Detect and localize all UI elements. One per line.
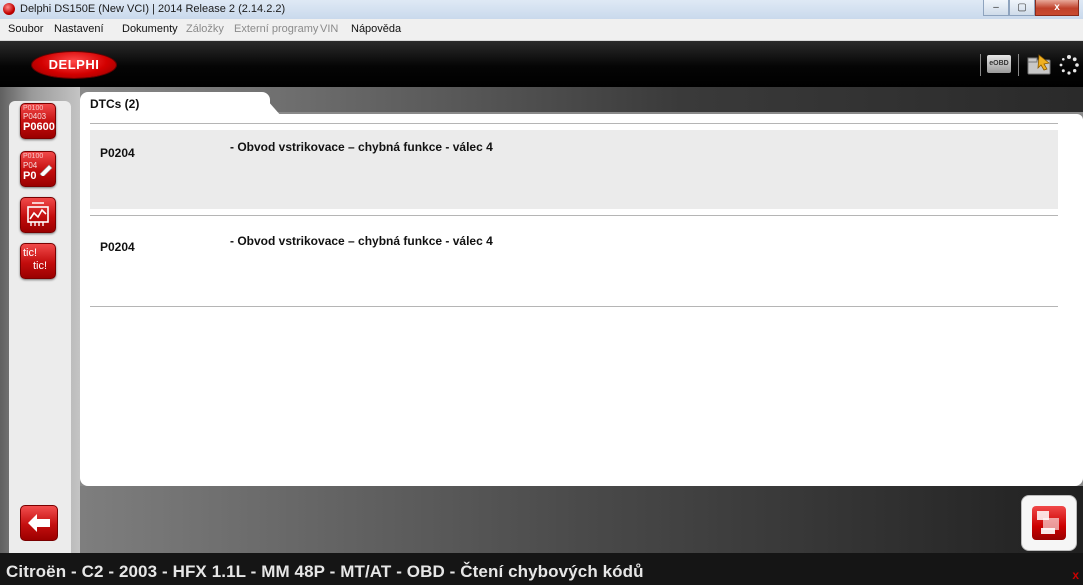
- engine-gauge-icon: [27, 202, 49, 226]
- report-button[interactable]: [1021, 495, 1077, 551]
- tool-line: P0600: [23, 121, 55, 133]
- app-header: DELPHI eOBD: [0, 41, 1083, 87]
- menu-soubor[interactable]: Soubor: [8, 23, 43, 35]
- main-area: DTCs (2) P0204 - Obvod vstrikovace – chy…: [80, 87, 1083, 553]
- divider: [90, 306, 1058, 307]
- erase-dtc-tool[interactable]: P0100 P04 P0: [20, 151, 56, 187]
- dtc-code: P0204: [100, 146, 135, 160]
- dtc-row[interactable]: P0204 - Obvod vstrikovace – chybná funkc…: [90, 130, 1058, 209]
- dtc-description: - Obvod vstrikovace – chybná funkce - vá…: [230, 234, 493, 248]
- menu-bar: Soubor Nastavení Dokumenty Záložky Exter…: [0, 19, 1083, 41]
- status-bar: Citroën - C2 - 2003 - HFX 1.1L - MM 48P …: [0, 553, 1083, 585]
- print-report-icon: [1032, 506, 1066, 540]
- tool-line: P04: [23, 161, 38, 170]
- divider: [90, 123, 1058, 124]
- tab-label: DTCs (2): [90, 97, 140, 111]
- menu-externi-programy[interactable]: Externí programy: [234, 23, 318, 35]
- menu-nastaveni[interactable]: Nastavení: [54, 23, 104, 35]
- spinner-icon: [1059, 55, 1079, 75]
- bottom-band: [80, 486, 1083, 553]
- minimize-button[interactable]: –: [983, 0, 1009, 16]
- header-divider: [980, 54, 981, 76]
- divider: [90, 215, 1058, 216]
- report-icon: [1037, 511, 1059, 534]
- folder-icon[interactable]: [1027, 53, 1053, 75]
- delphi-logo: DELPHI: [32, 52, 116, 78]
- tool-line: P0403: [23, 112, 47, 121]
- actuator-test-tool[interactable]: tic! tic!: [20, 243, 56, 279]
- tool-line: tic!: [23, 247, 38, 259]
- tool-line: P0: [23, 170, 37, 182]
- read-dtc-tool[interactable]: P0100 P0403 P0600: [20, 103, 56, 139]
- eobd-icon[interactable]: eOBD: [987, 55, 1011, 73]
- eraser-icon: [39, 164, 53, 176]
- window-controls: – ▢ x: [983, 0, 1079, 17]
- header-divider: [1018, 54, 1019, 76]
- tool-line: tic!: [33, 260, 48, 272]
- vehicle-status: Citroën - C2 - 2003 - HFX 1.1L - MM 48P …: [6, 562, 644, 581]
- arrow-left-icon: [28, 514, 50, 532]
- menu-vin[interactable]: VIN: [320, 23, 338, 35]
- window-title: Delphi DS150E (New VCI) | 2014 Release 2…: [20, 3, 286, 15]
- tool-line: P0100: [23, 105, 44, 112]
- menu-zalozky[interactable]: Záložky: [186, 23, 224, 35]
- dtc-description: - Obvod vstrikovace – chybná funkce - vá…: [230, 140, 493, 154]
- menu-napoveda[interactable]: Nápověda: [351, 23, 401, 35]
- close-button[interactable]: x: [1035, 0, 1079, 16]
- corner-close-icon[interactable]: x: [1072, 568, 1079, 582]
- maximize-button[interactable]: ▢: [1009, 0, 1035, 16]
- tool-line: P0100: [23, 153, 44, 160]
- back-button[interactable]: [20, 505, 58, 541]
- dtc-list-panel: P0204 - Obvod vstrikovace – chybná funkc…: [80, 114, 1083, 486]
- delphi-app-icon: [3, 3, 15, 15]
- live-data-tool[interactable]: [20, 197, 56, 233]
- dtc-row[interactable]: P0204 - Obvod vstrikovace – chybná funkc…: [90, 224, 1058, 303]
- title-bar: Delphi DS150E (New VCI) | 2014 Release 2…: [0, 0, 1083, 19]
- dtc-code: P0204: [100, 240, 135, 254]
- menu-dokumenty[interactable]: Dokumenty: [122, 23, 178, 35]
